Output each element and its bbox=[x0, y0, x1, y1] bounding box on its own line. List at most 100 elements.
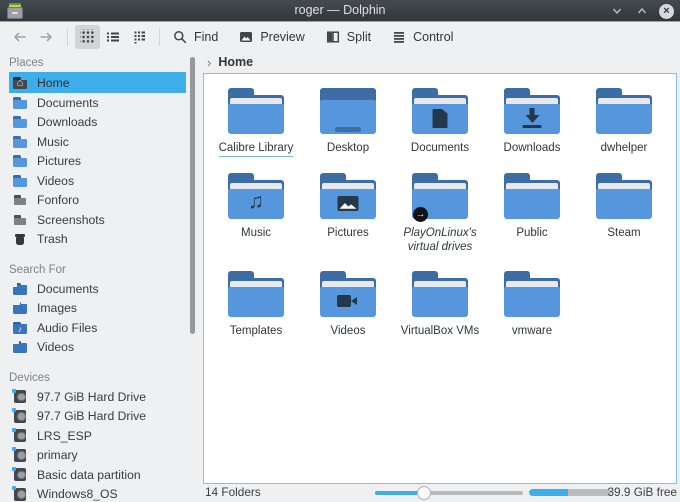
sidebar-item-pictures[interactable]: Pictures bbox=[9, 152, 186, 172]
sidebar-item-label: Home bbox=[37, 75, 70, 90]
breadcrumb-home[interactable]: Home bbox=[218, 55, 253, 69]
split-button[interactable]: Split bbox=[320, 25, 376, 49]
dolphin-window: roger — Dolphin × Find Preview Split Con… bbox=[0, 0, 680, 502]
drive-icon bbox=[12, 388, 28, 405]
folder-playonlinux-s-virtual-drives[interactable]: → PlayOnLinux's virtual drives bbox=[394, 172, 486, 255]
folder-videos[interactable]: → Videos bbox=[302, 271, 394, 339]
maximize-button[interactable] bbox=[634, 3, 650, 19]
chevron-down-icon bbox=[612, 8, 622, 15]
folder-steam[interactable]: → Steam bbox=[578, 172, 670, 255]
folder-icon bbox=[12, 153, 28, 169]
sidebar-item-label: Videos bbox=[37, 340, 75, 355]
close-button[interactable]: × bbox=[659, 3, 674, 19]
preview-button[interactable]: Preview bbox=[233, 25, 309, 49]
folder-icon: → bbox=[596, 172, 652, 219]
folder-dwhelper[interactable]: → dwhelper bbox=[578, 88, 670, 157]
sidebar-item-documents[interactable]: Documents bbox=[9, 93, 186, 113]
zoom-slider-handle[interactable] bbox=[416, 486, 431, 500]
folder-icon: → bbox=[504, 88, 560, 134]
folder-public[interactable]: → Public bbox=[486, 172, 578, 255]
search-img-icon bbox=[12, 300, 28, 316]
sidebar-item-lrs-esp[interactable]: LRS_ESP bbox=[9, 426, 186, 446]
sidebar-item-label: Basic data partition bbox=[37, 467, 141, 482]
sidebar-item-label: Images bbox=[37, 301, 77, 316]
forward-button[interactable] bbox=[33, 25, 60, 49]
search-music-icon: ♪ bbox=[12, 320, 28, 336]
sidebar-item-videos[interactable]: Videos bbox=[9, 338, 186, 358]
sidebar-item-97-7-gib-hard-drive[interactable]: 97.7 GiB Hard Drive bbox=[9, 407, 186, 427]
folder-label: VirtualBox VMs bbox=[400, 325, 480, 338]
zoom-slider[interactable] bbox=[375, 484, 523, 502]
icons-view-button[interactable] bbox=[75, 24, 100, 49]
sidebar-item-trash[interactable]: Trash bbox=[9, 230, 186, 250]
split-label: Split bbox=[346, 29, 372, 44]
sidebar-item-home[interactable]: ⌂ Home bbox=[9, 72, 186, 93]
sidebar-item-documents[interactable]: Documents bbox=[9, 279, 186, 299]
folder-pictures[interactable]: → Pictures bbox=[302, 172, 394, 255]
sidebar-section-title: Devices bbox=[9, 372, 50, 384]
sidebar-item-label: Downloads bbox=[37, 115, 98, 130]
folder-label: Videos bbox=[330, 325, 366, 338]
sidebar-item-images[interactable]: Images bbox=[9, 299, 186, 319]
sidebar-item-label: Trash bbox=[37, 232, 68, 247]
sidebar-item-basic-data-partition[interactable]: Basic data partition bbox=[9, 465, 186, 485]
sidebar-scrollbar[interactable] bbox=[190, 57, 195, 334]
sidebar-item-primary[interactable]: primary bbox=[9, 446, 186, 466]
sidebar-item-audio-files[interactable]: ♪ Audio Files bbox=[9, 318, 186, 338]
folder-icon: ♫ → bbox=[228, 172, 284, 219]
trash-icon bbox=[12, 231, 28, 247]
sidebar-section: Search For Documents Images ♪ Audio File… bbox=[9, 261, 200, 357]
folder-downloads[interactable]: → Downloads bbox=[486, 88, 578, 157]
folder-label: Calibre Library bbox=[218, 141, 294, 157]
find-label: Find bbox=[194, 29, 219, 44]
folder-templates[interactable]: → Templates bbox=[210, 271, 302, 339]
find-button[interactable]: Find bbox=[167, 25, 223, 49]
window-controls: × bbox=[609, 0, 674, 22]
breadcrumb-chevron-icon: › bbox=[207, 54, 212, 70]
sidebar-item-downloads[interactable]: Downloads bbox=[9, 113, 186, 133]
folder-icon: → bbox=[412, 271, 468, 318]
sidebar-section: Devices 97.7 GiB Hard Drive 97.7 GiB Har… bbox=[9, 369, 200, 502]
details-view-button[interactable] bbox=[126, 25, 152, 49]
sidebar-item-music[interactable]: Music bbox=[9, 132, 186, 152]
folder-view[interactable]: → Calibre Library → Desktop → Documents bbox=[203, 73, 677, 484]
back-button[interactable] bbox=[6, 25, 33, 49]
sidebar-item-97-7-gib-hard-drive[interactable]: 97.7 GiB Hard Drive bbox=[9, 387, 186, 407]
folder-label: Documents bbox=[410, 142, 470, 154]
folder-icon bbox=[12, 114, 28, 130]
sidebar-item-screenshots[interactable]: Screenshots bbox=[9, 210, 186, 230]
search-doc-icon bbox=[12, 280, 28, 297]
folder-documents[interactable]: → Documents bbox=[394, 88, 486, 157]
folder-grey-icon bbox=[12, 192, 28, 208]
compact-view-button[interactable] bbox=[100, 25, 126, 49]
arrow-right-icon bbox=[40, 32, 52, 41]
control-button[interactable]: Control bbox=[386, 25, 458, 49]
toolbar: Find Preview Split Control bbox=[0, 23, 680, 50]
sidebar-item-label: primary bbox=[37, 448, 78, 463]
sidebar-item-fonforo[interactable]: Fonforo bbox=[9, 191, 186, 211]
sidebar-item-videos[interactable]: Videos bbox=[9, 171, 186, 191]
drive-icon bbox=[12, 427, 28, 444]
sidebar-item-label: LRS_ESP bbox=[37, 428, 92, 443]
sidebar-item-label: Fonforo bbox=[37, 193, 80, 208]
folder-grey-icon bbox=[12, 212, 28, 228]
folder-desktop[interactable]: → Desktop bbox=[302, 88, 394, 157]
sidebar-item-label: Videos bbox=[37, 173, 75, 188]
minimize-button[interactable] bbox=[609, 3, 625, 19]
folder-music[interactable]: ♫ → Music bbox=[210, 172, 302, 255]
titlebar: roger — Dolphin × bbox=[0, 0, 680, 22]
folder-virtualbox-vms[interactable]: → VirtualBox VMs bbox=[394, 271, 486, 339]
sidebar-sections: Places ⌂ Home Documents Downloads Music … bbox=[9, 54, 200, 502]
folder-grid: → Calibre Library → Desktop → Documents bbox=[204, 74, 676, 339]
folder-label: Music bbox=[240, 226, 272, 239]
folder-label: Downloads bbox=[503, 142, 561, 154]
folder-label: Templates bbox=[229, 325, 283, 338]
preview-label: Preview bbox=[260, 29, 305, 44]
folder-label: Public bbox=[516, 226, 548, 239]
places-panel: Places ⌂ Home Documents Downloads Music … bbox=[0, 50, 200, 502]
sidebar-item-label: Documents bbox=[37, 281, 99, 296]
folder-label: Pictures bbox=[327, 226, 369, 239]
folder-calibre-library[interactable]: → Calibre Library bbox=[210, 88, 302, 157]
compact-view-icon bbox=[107, 32, 119, 41]
folder-vmware[interactable]: → vmware bbox=[486, 271, 578, 339]
